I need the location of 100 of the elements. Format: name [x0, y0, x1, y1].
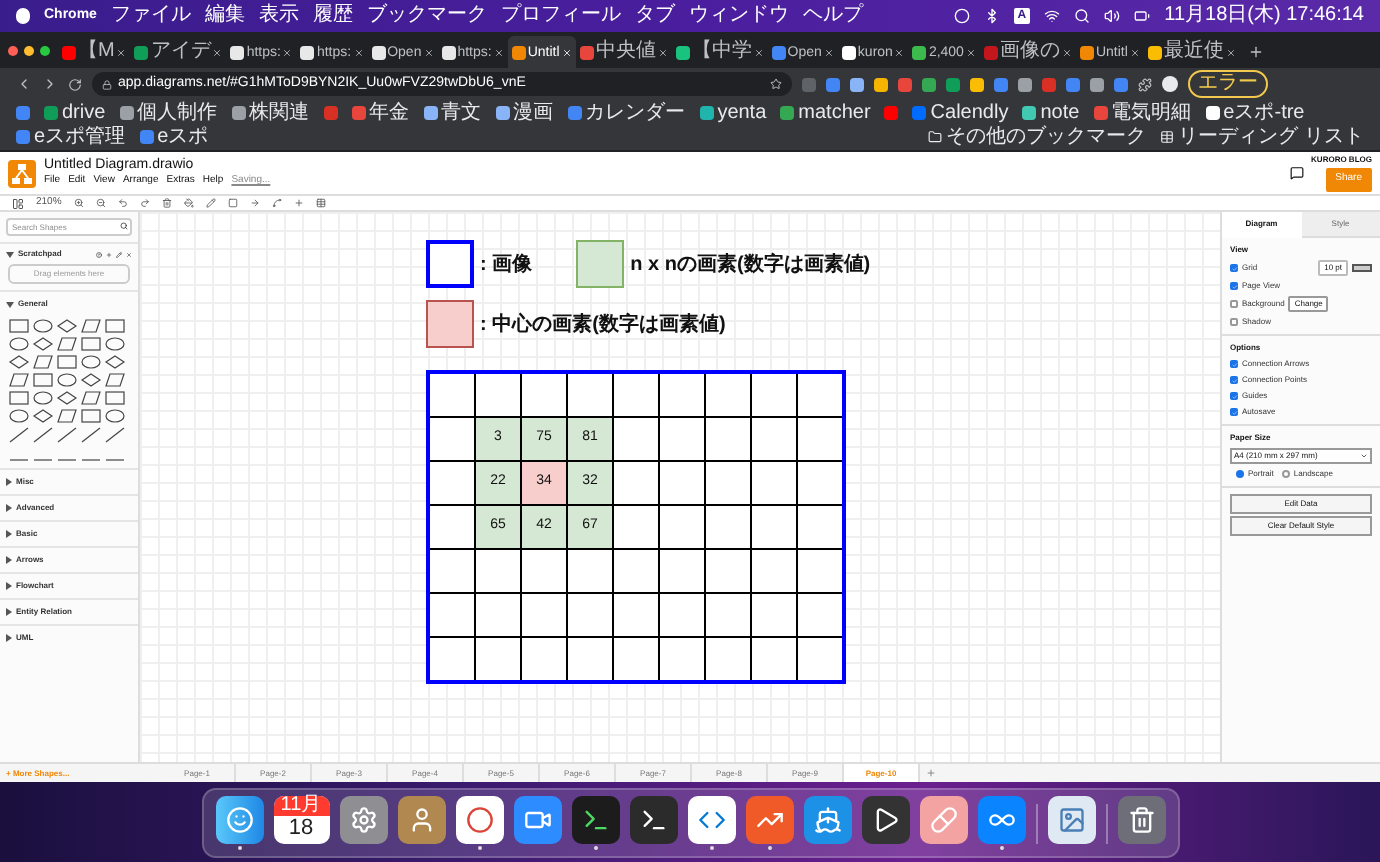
folder-icon[interactable] — [928, 130, 943, 144]
ship-app-icon[interactable] — [803, 796, 851, 844]
clock[interactable]: 11月18日(木) 17:46:14 — [1164, 6, 1364, 26]
person-app-icon[interactable] — [397, 796, 445, 844]
search-icon[interactable] — [120, 222, 128, 230]
infinity-app-icon[interactable] — [977, 796, 1025, 844]
terminal-app-icon[interactable] — [629, 796, 677, 844]
insert-icon[interactable] — [293, 198, 304, 208]
browser-tab[interactable]: 【M — [58, 36, 131, 68]
format-panel-icon[interactable] — [12, 197, 24, 209]
zoom-in-icon[interactable] — [73, 198, 84, 208]
grid-color-swatch[interactable] — [1352, 264, 1372, 272]
edit-icon[interactable] — [116, 251, 122, 257]
table-icon[interactable] — [315, 198, 326, 208]
bookmark[interactable]: matcher — [780, 102, 871, 124]
browser-tab[interactable]: 画像の — [979, 36, 1076, 68]
menu-item[interactable]: ウィンドウ — [688, 6, 789, 26]
help-icon[interactable] — [96, 251, 102, 257]
bookmark[interactable]: Calendly — [912, 102, 1009, 124]
pill-app-icon[interactable] — [919, 796, 967, 844]
menu-item[interactable]: ブックマーク — [366, 6, 487, 26]
line-color-icon[interactable] — [205, 198, 216, 208]
profile-avatar[interactable] — [1162, 76, 1178, 92]
close-window-icon[interactable] — [8, 45, 18, 55]
star-icon[interactable] — [770, 78, 782, 90]
zoom-out-icon[interactable] — [95, 198, 106, 208]
waypoints-icon[interactable] — [271, 198, 282, 208]
other-bookmarks[interactable]: その他のブックマーク — [946, 126, 1147, 148]
caret-icon — [6, 556, 12, 564]
menu-item[interactable]: ヘルプ — [802, 6, 863, 26]
reading-list[interactable]: リーディング リスト — [1178, 126, 1364, 148]
bookmark[interactable]: 個人制作 — [119, 102, 218, 124]
shadow-icon[interactable] — [227, 198, 238, 208]
wifi-icon[interactable] — [1044, 8, 1061, 24]
browser-tab[interactable]: 中央値 — [575, 36, 672, 68]
bookmark[interactable]: 株関連 — [231, 102, 310, 124]
grid-cell — [568, 638, 612, 680]
menu-item[interactable]: タブ — [634, 6, 675, 26]
error-button[interactable]: エラー — [1188, 70, 1268, 98]
bookmark-icon[interactable] — [16, 106, 30, 120]
menu-item[interactable]: 編集 — [204, 6, 245, 26]
checkbox[interactable] — [1230, 300, 1238, 308]
menu-item[interactable]: 履歴 — [312, 6, 353, 26]
bookmark[interactable]: drive — [44, 102, 106, 124]
trash-icon[interactable] — [1117, 796, 1165, 844]
bookmark[interactable]: eスポ — [139, 126, 209, 148]
smile-app-icon[interactable] — [215, 796, 263, 844]
calendar-app-icon[interactable]: 11月 18 — [273, 796, 329, 844]
grid-cell — [798, 462, 842, 504]
menu-item[interactable]: ファイル — [110, 6, 191, 26]
volume-icon[interactable] — [1104, 8, 1121, 24]
connection-icon[interactable] — [249, 198, 260, 208]
bookmark[interactable]: カレンダー — [567, 102, 686, 124]
bookmark[interactable]: eスポ管理 — [16, 126, 126, 148]
bookmark[interactable]: eスポ-tre — [1205, 102, 1305, 124]
menu-item[interactable]: プロフィール — [500, 6, 621, 26]
checkbox[interactable] — [1230, 318, 1238, 326]
browser-tab[interactable]: 最近使 — [1143, 36, 1240, 68]
zoom-window-icon[interactable] — [40, 45, 50, 55]
grid-cell — [706, 550, 750, 592]
trend-arrow-app-icon[interactable] — [745, 796, 793, 844]
comment-icon[interactable] — [1289, 166, 1304, 180]
bookmark[interactable]: 年金 — [351, 102, 410, 124]
battery-icon[interactable] — [1134, 8, 1151, 24]
bookmark-icon[interactable] — [884, 106, 899, 120]
bookmark[interactable]: 漫画 — [495, 102, 554, 124]
bluetooth-icon[interactable] — [983, 8, 1000, 24]
lock-icon[interactable] — [102, 79, 112, 89]
bookmark[interactable]: 電気明細 — [1093, 102, 1192, 124]
new-tab-icon[interactable] — [1247, 44, 1264, 60]
grid-icon[interactable] — [1160, 130, 1175, 144]
delete-icon[interactable] — [161, 198, 172, 208]
bookmark[interactable]: note — [1022, 102, 1080, 124]
gear-app-icon[interactable] — [339, 796, 387, 844]
status-icon[interactable] — [953, 8, 970, 24]
image-app-icon[interactable] — [1047, 796, 1095, 844]
play-app-icon[interactable] — [861, 796, 909, 844]
radio-button[interactable] — [1236, 470, 1244, 478]
browser-tab[interactable]: アイデ — [130, 36, 227, 68]
add-icon[interactable] — [106, 251, 112, 257]
back-icon[interactable] — [16, 76, 32, 92]
bookmark[interactable]: 青文 — [423, 102, 482, 124]
diagram-logo-icon[interactable] — [8, 159, 36, 187]
menu-item[interactable]: 表示 — [258, 6, 299, 26]
bookmark[interactable]: yenta — [699, 102, 767, 124]
video-camera-app-icon[interactable] — [513, 796, 561, 844]
undo-icon[interactable] — [117, 198, 128, 208]
fill-color-icon[interactable] — [183, 198, 194, 208]
browser-tab[interactable]: 【中学 — [671, 36, 768, 68]
bookmark-icon[interactable] — [323, 106, 338, 120]
grid-cell — [476, 594, 520, 636]
minimize-window-icon[interactable] — [24, 45, 34, 55]
redo-icon[interactable] — [139, 198, 150, 208]
reload-icon[interactable] — [68, 77, 82, 91]
circle-app-icon[interactable] — [455, 796, 503, 844]
code-app-icon[interactable] — [687, 796, 735, 844]
terminal-app-icon[interactable] — [571, 796, 619, 844]
radio-button[interactable] — [1281, 470, 1290, 478]
forward-icon[interactable] — [42, 76, 58, 92]
extensions-icon[interactable] — [1138, 77, 1152, 91]
